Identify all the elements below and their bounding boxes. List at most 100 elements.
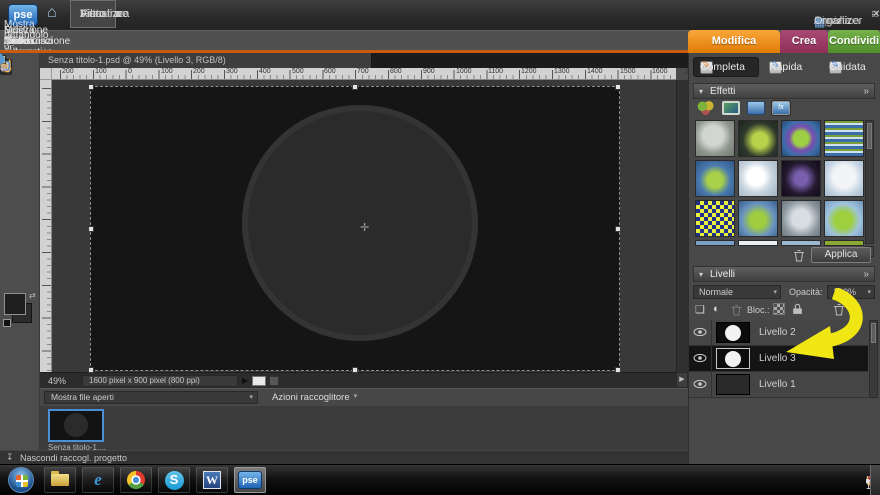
distribute-button[interactable]: ⋕ Distribuisci ▾ xyxy=(4,36,52,47)
zoom-level[interactable]: 49% xyxy=(48,376,66,386)
effect-thumbnail[interactable] xyxy=(781,160,821,197)
status-play-icon[interactable]: ▶ xyxy=(242,376,248,385)
hide-bin-icon[interactable]: ↧ xyxy=(6,452,14,463)
selection-handle-middle-right[interactable] xyxy=(615,226,621,232)
transform-center-icon: ✛ xyxy=(360,222,370,234)
selection-handle-top-right[interactable] xyxy=(615,84,621,90)
taskbar-word-button[interactable]: W xyxy=(196,467,228,493)
taskbar-ie-button[interactable]: e xyxy=(82,467,114,493)
layers-scrollbar-thumb[interactable] xyxy=(871,323,876,343)
document-tab[interactable]: Senza titolo-1.psd @ 49% (Livello 3, RGB… xyxy=(40,53,372,68)
tab-modifica[interactable]: Modifica xyxy=(688,30,780,53)
canvas-status-bar: 49% 1600 pixel x 900 pixel (800 ppi) ▶ xyxy=(40,372,676,388)
photo-bin-header: Mostra file aperti ▾ Azioni raccoglitore ▾ xyxy=(40,388,688,406)
collapse-icon: ▾ xyxy=(699,270,704,279)
effects-panel-title: Effetti xyxy=(710,86,736,97)
taskbar-pse-button[interactable]: pse xyxy=(234,467,266,493)
effects-panel-header[interactable]: ▾ Effetti » xyxy=(693,83,875,99)
color-swatches: ⇄ xyxy=(0,291,40,347)
title-bar: pse ⌂ File Modifica Immagine Migliora Li… xyxy=(0,0,880,30)
folder-icon xyxy=(51,471,69,486)
effect-thumbnail[interactable] xyxy=(695,200,735,237)
tab-guidata[interactable]: ✎ Guidata xyxy=(823,57,879,77)
layers-panel-header[interactable]: ▾ Livelli » xyxy=(693,266,875,282)
layer-visibility-eye-icon[interactable] xyxy=(693,327,707,337)
layers-panel-title: Livelli xyxy=(710,269,736,280)
lock-label: Bloc.: xyxy=(747,305,770,315)
layer-thumbnail[interactable] xyxy=(716,322,750,343)
tab-completa[interactable]: ✎ Completa xyxy=(693,57,759,77)
status-option-box[interactable] xyxy=(269,376,279,386)
chrome-icon xyxy=(127,471,145,489)
blend-mode-select[interactable]: Normale ▾ xyxy=(693,285,781,299)
taskbar-explorer-button[interactable] xyxy=(44,467,76,493)
adjustment-layer-icon[interactable]: ◐ xyxy=(713,303,720,315)
thumbnail-circle xyxy=(64,413,88,437)
selection-handle-bottom-middle[interactable] xyxy=(352,367,358,373)
selection-handle-bottom-left[interactable] xyxy=(88,367,94,373)
layer-name[interactable]: Livello 1 xyxy=(759,379,796,390)
tools-palette: ↖ ⚲ ☝ ✒ ▢ Ω ✦ ✎ T ⊞ ★ ❏ ◉ ✚ ♟ ▱ ✐ ⚙ ⊔ ✏ … xyxy=(0,52,40,450)
tab-crea[interactable]: Crea xyxy=(780,30,828,53)
effect-thumbnail[interactable] xyxy=(695,120,735,157)
effect-thumbnail[interactable] xyxy=(781,120,821,157)
document-size-info[interactable]: 1600 pixel x 900 pixel (800 ppi) xyxy=(82,375,238,387)
taskbar-skype-button[interactable]: S xyxy=(158,467,190,493)
vertical-scrollbar[interactable] xyxy=(676,80,688,372)
open-file-thumbnail[interactable] xyxy=(48,409,104,442)
layers-scrollbar[interactable] xyxy=(869,320,878,398)
filters-icon[interactable] xyxy=(697,101,715,115)
frames-icon[interactable] xyxy=(722,101,740,115)
horizontal-scrollbar-thumb[interactable] xyxy=(252,376,266,386)
photo-effects-icon[interactable] xyxy=(747,101,765,115)
effect-thumbnail-partial[interactable] xyxy=(824,240,864,246)
layer-styles-icon[interactable]: fx xyxy=(771,100,791,116)
apply-button[interactable]: Applica xyxy=(811,247,871,263)
effect-thumbnail[interactable] xyxy=(738,160,778,197)
start-button[interactable] xyxy=(8,467,34,493)
selection-handle-bottom-right[interactable] xyxy=(615,367,621,373)
show-desktop-button[interactable] xyxy=(870,465,880,495)
effect-thumbnail[interactable] xyxy=(695,160,735,197)
task-panel: ✎ Completa ✎ Rapida ✎ Guidata ▾ Effetti … xyxy=(688,53,880,464)
effect-thumbnail-partial[interactable] xyxy=(695,240,735,246)
foreground-color-swatch[interactable] xyxy=(4,293,26,315)
effect-thumbnail[interactable] xyxy=(824,200,864,237)
chevron-down-icon: ▾ xyxy=(249,394,253,401)
tab-rapida[interactable]: ✎ Rapida xyxy=(763,57,821,77)
taskbar-chrome-button[interactable] xyxy=(120,467,152,493)
effect-thumbnail[interactable] xyxy=(738,120,778,157)
selection-handle-top-left[interactable] xyxy=(88,84,94,90)
sponge-tool[interactable]: ❍ xyxy=(0,59,11,73)
effect-thumbnail-partial[interactable] xyxy=(738,240,778,246)
trash-icon[interactable] xyxy=(793,249,805,262)
effect-thumbnail[interactable] xyxy=(738,200,778,237)
close-button[interactable]: ✕ xyxy=(872,9,880,20)
reset-swatches-icon[interactable]: ⇄ xyxy=(29,291,36,300)
layer-row-livello-1[interactable]: Livello 1 xyxy=(689,372,868,398)
windows-logo-icon xyxy=(16,475,28,487)
show-open-files-dropdown[interactable]: Mostra file aperti ▾ xyxy=(44,391,258,404)
default-colors-icon[interactable] xyxy=(3,319,11,327)
selection-handle-middle-left[interactable] xyxy=(88,226,94,232)
photoshop-elements-window: pse ⌂ File Modifica Immagine Migliora Li… xyxy=(0,0,880,495)
layer-visibility-eye-icon[interactable] xyxy=(693,379,707,389)
effect-thumbnail[interactable] xyxy=(824,120,864,157)
tab-condividi[interactable]: Condividi xyxy=(828,30,880,53)
hide-bin-label[interactable]: Nascondi raccogl. progetto xyxy=(20,453,127,463)
selection-handle-top-middle[interactable] xyxy=(352,84,358,90)
effect-thumbnail[interactable] xyxy=(781,200,821,237)
scrollbar-corner-button[interactable]: ▶ xyxy=(676,372,688,388)
effects-scrollbar[interactable] xyxy=(865,120,874,244)
effect-thumbnail[interactable] xyxy=(824,160,864,197)
bin-actions-menu[interactable]: Azioni raccoglitore ▾ xyxy=(272,392,357,403)
sponge-tool-icon: ❍ xyxy=(0,59,11,73)
effects-scrollbar-thumb[interactable] xyxy=(867,123,872,149)
menu-aiuto[interactable]: Aiuto xyxy=(70,0,115,28)
effect-thumbnail-partial[interactable] xyxy=(781,240,821,246)
layer-visibility-eye-icon[interactable] xyxy=(693,353,707,363)
new-layer-icon[interactable]: ❏ xyxy=(695,303,705,316)
panel-menu-icon: » xyxy=(863,269,869,280)
layer-thumbnail[interactable] xyxy=(716,348,750,369)
layer-thumbnail[interactable] xyxy=(716,374,750,395)
